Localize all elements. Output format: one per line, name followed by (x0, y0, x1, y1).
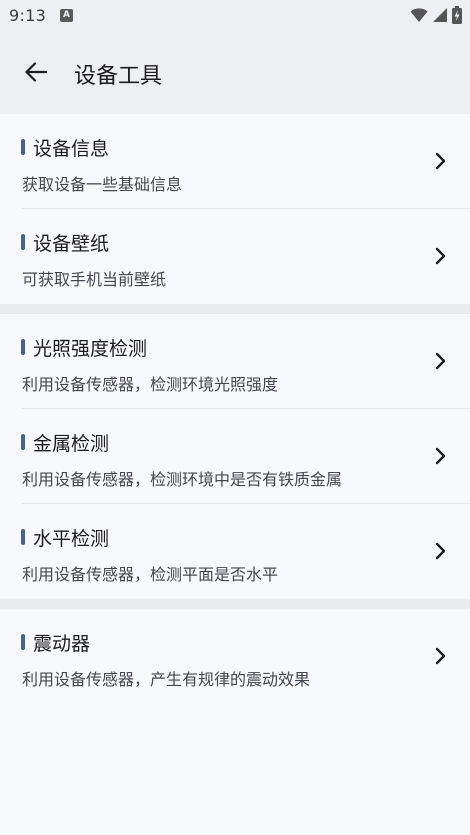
status-icons (410, 6, 462, 24)
list-item-level-detection[interactable]: 水平检测 利用设备传感器，检测平面是否水平 (0, 504, 470, 599)
item-description: 利用设备传感器，产生有规律的震动效果 (22, 670, 311, 689)
item-description: 利用设备传感器，检测环境中是否有铁质金属 (22, 470, 343, 489)
item-title: 光照强度检测 (33, 338, 148, 360)
app-bar: 设备工具 (0, 32, 470, 114)
chevron-right-icon (435, 352, 446, 370)
item-description: 利用设备传感器，检测平面是否水平 (22, 565, 279, 584)
chevron-right-icon (435, 247, 446, 265)
accent-bar (21, 234, 25, 250)
status-time: 9:13 (9, 6, 47, 25)
list-item-device-wallpaper[interactable]: 设备壁纸 可获取手机当前壁纸 (0, 209, 470, 304)
tool-list: 设备信息 获取设备一些基础信息 设备壁纸 可获取手机当前壁纸 光照强度检测 利用… (0, 114, 470, 704)
item-title: 金属检测 (33, 433, 110, 455)
item-description: 获取设备一些基础信息 (22, 175, 183, 194)
list-item-metal-detection[interactable]: 金属检测 利用设备传感器，检测环境中是否有铁质金属 (0, 409, 470, 504)
list-item-light-detection[interactable]: 光照强度检测 利用设备传感器，检测环境光照强度 (0, 314, 470, 409)
list-item-device-info[interactable]: 设备信息 获取设备一些基础信息 (0, 114, 470, 209)
chevron-right-icon (435, 152, 446, 170)
item-title: 设备壁纸 (33, 233, 110, 255)
list-item-vibrator[interactable]: 震动器 利用设备传感器，产生有规律的震动效果 (0, 609, 470, 704)
back-button[interactable] (18, 54, 54, 90)
item-title: 水平检测 (33, 528, 110, 550)
chevron-right-icon (435, 447, 446, 465)
notification-icon: A (60, 9, 73, 22)
page-title: 设备工具 (74, 64, 163, 89)
item-description: 可获取手机当前壁纸 (22, 270, 167, 289)
section-divider (0, 304, 470, 314)
chevron-right-icon (435, 542, 446, 560)
accent-bar (21, 139, 25, 155)
accent-bar (21, 434, 25, 450)
signal-icon (433, 8, 447, 22)
item-title: 设备信息 (33, 138, 110, 160)
arrow-left-icon (25, 62, 47, 82)
item-description: 利用设备传感器，检测环境光照强度 (22, 375, 279, 394)
accent-bar (21, 529, 25, 545)
battery-icon (452, 6, 462, 24)
accent-bar (21, 339, 25, 355)
wifi-icon (410, 8, 428, 22)
chevron-right-icon (435, 647, 446, 665)
accent-bar (21, 634, 25, 650)
item-title: 震动器 (33, 633, 91, 655)
section-divider (0, 599, 470, 609)
status-bar: 9:13 A (0, 0, 470, 32)
